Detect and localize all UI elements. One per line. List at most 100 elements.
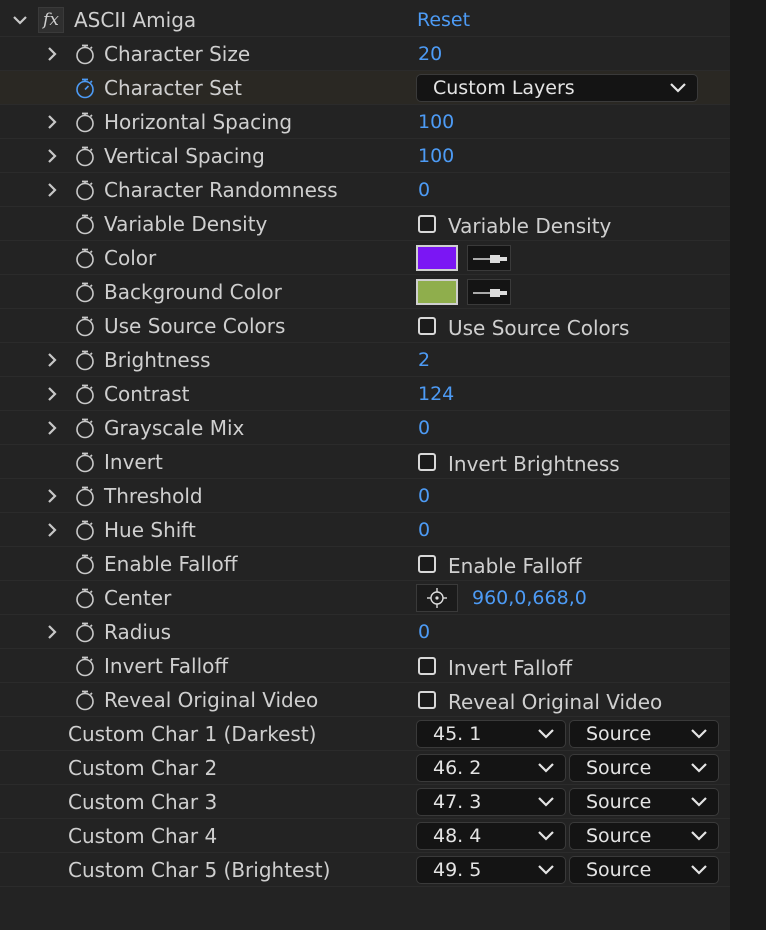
chevron-right-icon[interactable] bbox=[44, 487, 60, 505]
source-dropdown[interactable]: Source bbox=[569, 754, 719, 782]
stopwatch-icon[interactable] bbox=[74, 77, 96, 99]
chevron-down-icon bbox=[691, 831, 707, 841]
dropdown-value: Source bbox=[586, 859, 652, 881]
stopwatch-icon[interactable] bbox=[74, 587, 96, 609]
prop-value-vertical-spacing[interactable]: 100 bbox=[418, 143, 454, 169]
stopwatch-icon[interactable] bbox=[74, 179, 96, 201]
invert-brightness-checkbox[interactable] bbox=[418, 453, 436, 471]
prop-row-brightness: Brightness 2 bbox=[0, 343, 730, 377]
prop-value-character-randomness[interactable]: 0 bbox=[418, 177, 430, 203]
stopwatch-icon[interactable] bbox=[74, 213, 96, 235]
point-picker-button[interactable] bbox=[416, 584, 458, 612]
layer-dropdown[interactable]: 47. 3 bbox=[416, 788, 566, 816]
checkbox-label[interactable]: Variable Density bbox=[448, 213, 611, 239]
chevron-right-icon[interactable] bbox=[44, 521, 60, 539]
layer-dropdown[interactable]: 49. 5 bbox=[416, 856, 566, 884]
effect-name: ASCII Amiga bbox=[74, 8, 197, 32]
stopwatch-icon[interactable] bbox=[74, 383, 96, 405]
character-set-dropdown[interactable]: Custom Layers bbox=[416, 74, 698, 102]
layer-dropdown[interactable]: 46. 2 bbox=[416, 754, 566, 782]
custom-char-row: Custom Char 5 (Brightest) 49. 5 Source bbox=[0, 853, 730, 887]
background-color-swatch[interactable] bbox=[416, 279, 458, 305]
prop-label: Vertical Spacing bbox=[104, 144, 265, 168]
chevron-down-icon bbox=[538, 729, 554, 739]
prop-row-color: Color bbox=[0, 241, 730, 275]
chevron-down-icon[interactable] bbox=[12, 11, 28, 29]
chevron-right-icon[interactable] bbox=[44, 385, 60, 403]
dropdown-value: 45. 1 bbox=[433, 723, 482, 745]
eyedropper-button[interactable] bbox=[467, 245, 511, 271]
stopwatch-icon[interactable] bbox=[74, 247, 96, 269]
prop-label: Grayscale Mix bbox=[104, 416, 245, 440]
prop-label: Use Source Colors bbox=[104, 314, 286, 338]
chevron-down-icon bbox=[538, 797, 554, 807]
prop-row-use-source-colors: Use Source Colors Use Source Colors bbox=[0, 309, 730, 343]
prop-label: Invert Falloff bbox=[104, 654, 229, 678]
checkbox-label[interactable]: Enable Falloff bbox=[448, 553, 582, 579]
stopwatch-icon[interactable] bbox=[74, 519, 96, 541]
enable-falloff-checkbox[interactable] bbox=[418, 555, 436, 573]
chevron-right-icon[interactable] bbox=[44, 147, 60, 165]
stopwatch-icon[interactable] bbox=[74, 655, 96, 677]
prop-value-radius[interactable]: 0 bbox=[418, 619, 430, 645]
source-dropdown[interactable]: Source bbox=[569, 788, 719, 816]
prop-row-vertical-spacing: Vertical Spacing 100 bbox=[0, 139, 730, 173]
stopwatch-icon[interactable] bbox=[74, 621, 96, 643]
custom-char-label: Custom Char 1 (Darkest) bbox=[68, 722, 317, 746]
prop-value-grayscale-mix[interactable]: 0 bbox=[418, 415, 430, 441]
prop-value-contrast[interactable]: 124 bbox=[418, 381, 454, 407]
prop-row-enable-falloff: Enable Falloff Enable Falloff bbox=[0, 547, 730, 581]
layer-dropdown[interactable]: 45. 1 bbox=[416, 720, 566, 748]
source-dropdown[interactable]: Source bbox=[569, 720, 719, 748]
stopwatch-icon[interactable] bbox=[74, 145, 96, 167]
stopwatch-icon[interactable] bbox=[74, 315, 96, 337]
stopwatch-icon[interactable] bbox=[74, 451, 96, 473]
checkbox-label[interactable]: Invert Falloff bbox=[448, 655, 572, 681]
variable-density-checkbox[interactable] bbox=[418, 215, 436, 233]
prop-row-variable-density: Variable Density Variable Density bbox=[0, 207, 730, 241]
prop-value-center[interactable]: 960,0,668,0 bbox=[472, 585, 587, 611]
layer-dropdown[interactable]: 48. 4 bbox=[416, 822, 566, 850]
prop-value-character-size[interactable]: 20 bbox=[418, 41, 442, 67]
stopwatch-icon[interactable] bbox=[74, 553, 96, 575]
chevron-down-icon bbox=[691, 763, 707, 773]
checkbox-label[interactable]: Invert Brightness bbox=[448, 451, 620, 477]
custom-char-row: Custom Char 2 46. 2 Source bbox=[0, 751, 730, 785]
chevron-right-icon[interactable] bbox=[44, 181, 60, 199]
stopwatch-icon[interactable] bbox=[74, 43, 96, 65]
source-dropdown[interactable]: Source bbox=[569, 822, 719, 850]
color-swatch[interactable] bbox=[416, 245, 458, 271]
stopwatch-icon[interactable] bbox=[74, 417, 96, 439]
stopwatch-icon[interactable] bbox=[74, 485, 96, 507]
stopwatch-icon[interactable] bbox=[74, 689, 96, 711]
prop-value-horizontal-spacing[interactable]: 100 bbox=[418, 109, 454, 135]
prop-value-threshold[interactable]: 0 bbox=[418, 483, 430, 509]
source-dropdown[interactable]: Source bbox=[569, 856, 719, 884]
prop-label: Character Size bbox=[104, 42, 251, 66]
use-source-colors-checkbox[interactable] bbox=[418, 317, 436, 335]
chevron-right-icon[interactable] bbox=[44, 623, 60, 641]
stopwatch-icon[interactable] bbox=[74, 281, 96, 303]
prop-label: Character Set bbox=[104, 76, 242, 100]
fx-toggle[interactable]: fx bbox=[38, 7, 64, 33]
custom-char-label: Custom Char 4 bbox=[68, 824, 218, 848]
chevron-right-icon[interactable] bbox=[44, 45, 60, 63]
prop-row-contrast: Contrast 124 bbox=[0, 377, 730, 411]
chevron-right-icon[interactable] bbox=[44, 419, 60, 437]
custom-char-row: Custom Char 1 (Darkest) 45. 1 Source bbox=[0, 717, 730, 751]
eyedropper-button[interactable] bbox=[467, 279, 511, 305]
prop-value-brightness[interactable]: 2 bbox=[418, 347, 430, 373]
chevron-right-icon[interactable] bbox=[44, 351, 60, 369]
checkbox-label[interactable]: Reveal Original Video bbox=[448, 689, 662, 715]
prop-value-hue-shift[interactable]: 0 bbox=[418, 517, 430, 543]
checkbox-label[interactable]: Use Source Colors bbox=[448, 315, 629, 341]
dropdown-value: 46. 2 bbox=[433, 757, 482, 779]
chevron-right-icon[interactable] bbox=[44, 113, 60, 131]
stopwatch-icon[interactable] bbox=[74, 349, 96, 371]
stopwatch-icon[interactable] bbox=[74, 111, 96, 133]
reset-link[interactable]: Reset bbox=[417, 7, 470, 33]
invert-falloff-checkbox[interactable] bbox=[418, 657, 436, 675]
panel-gutter bbox=[730, 0, 766, 930]
prop-label: Contrast bbox=[104, 382, 190, 406]
reveal-original-video-checkbox[interactable] bbox=[418, 691, 436, 709]
